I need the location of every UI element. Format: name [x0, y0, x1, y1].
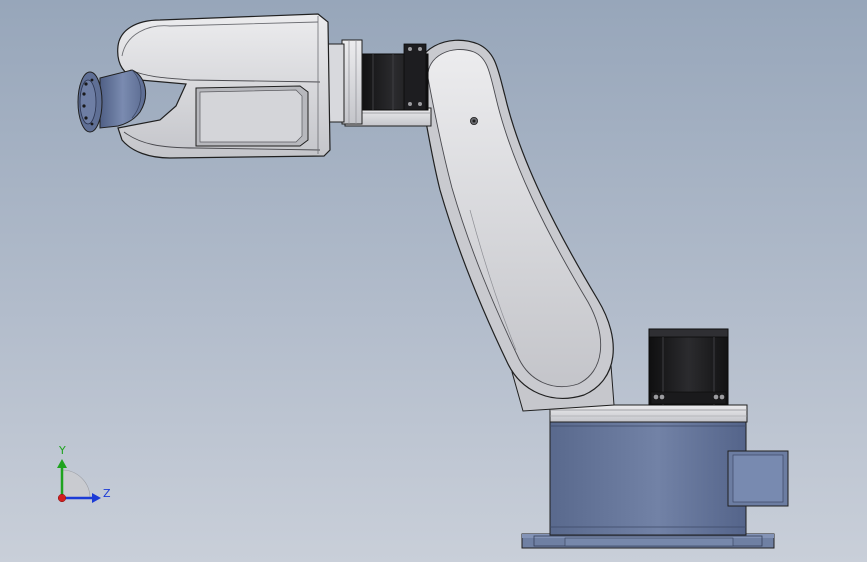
- elbow-coupling-collars[interactable]: [325, 39, 363, 125]
- forearm-link[interactable]: [117, 13, 331, 159]
- elbow-stepper-motor[interactable]: [359, 43, 429, 111]
- triad-z-label: Z: [103, 487, 111, 500]
- base-stepper-motor[interactable]: [648, 328, 729, 406]
- base-side-connector-box[interactable]: [727, 450, 789, 507]
- base-foot-plate[interactable]: [521, 533, 775, 549]
- triad-plane-arc: [61, 469, 91, 499]
- base-cylinder[interactable]: [549, 421, 747, 536]
- wrist-joint[interactable]: [99, 69, 147, 129]
- robot-arm-model[interactable]: [0, 0, 867, 562]
- triad-y-label: Y: [59, 444, 66, 457]
- triad-z-arrowhead: [92, 493, 101, 503]
- graphics-viewport[interactable]: Y Z: [0, 0, 867, 562]
- triad-y-arrowhead: [57, 459, 67, 468]
- end-effector-flange[interactable]: [77, 71, 103, 133]
- view-orientation-triad: Y Z: [48, 440, 118, 510]
- lower-arm-link[interactable]: [416, 39, 615, 412]
- triad-x-axis-dot: [57, 493, 67, 503]
